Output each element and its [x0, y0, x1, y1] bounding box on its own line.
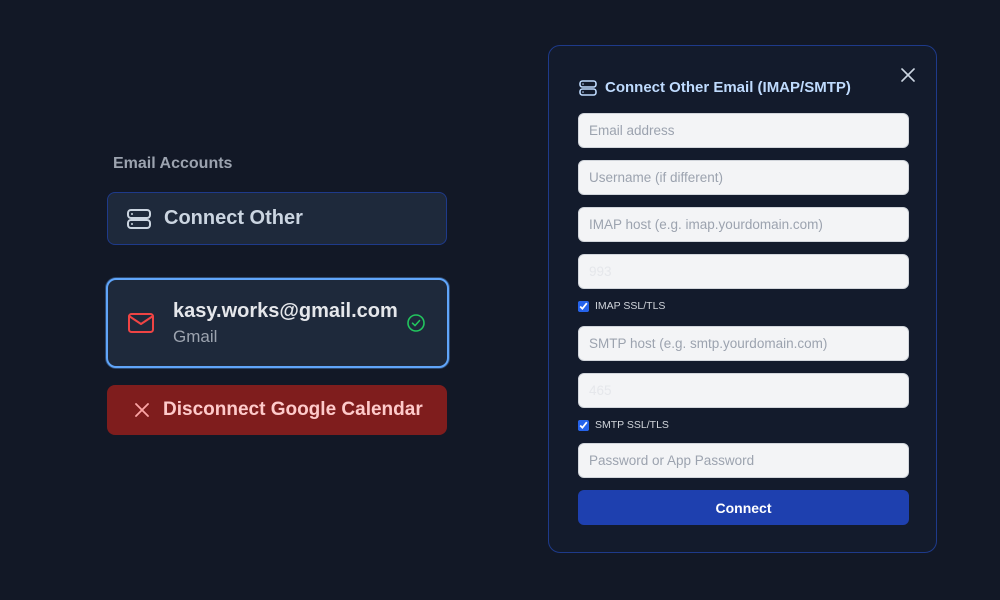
- smtp-ssl-checkbox[interactable]: [578, 419, 589, 431]
- connect-other-label: Connect Other: [164, 207, 303, 229]
- account-email: kasy.works@gmail.com: [173, 299, 398, 322]
- imap-ssl-label: IMAP SSL/TLS: [595, 300, 666, 312]
- imap-ssl-checkbox[interactable]: [578, 300, 589, 312]
- app-root: Email Accounts Connect Other kasy.works@…: [0, 0, 1000, 600]
- imap-host-field[interactable]: [578, 207, 909, 242]
- disconnect-label: Disconnect Google Calendar: [163, 399, 423, 420]
- connect-button[interactable]: Connect: [578, 490, 909, 525]
- smtp-port-field[interactable]: [578, 373, 909, 408]
- disconnect-google-calendar-button[interactable]: Disconnect Google Calendar: [107, 385, 447, 435]
- email-address-field[interactable]: [578, 113, 909, 148]
- server-icon: [127, 208, 151, 229]
- check-circle-icon: [407, 314, 425, 332]
- connect-other-button[interactable]: Connect Other: [107, 192, 447, 245]
- panel-title: Connect Other Email (IMAP/SMTP): [605, 79, 851, 96]
- mail-icon: [128, 313, 154, 333]
- account-provider: Gmail: [173, 326, 218, 346]
- panel-title-row: Connect Other Email (IMAP/SMTP): [579, 79, 851, 96]
- account-card-gmail[interactable]: kasy.works@gmail.com Gmail: [106, 278, 449, 368]
- imap-ssl-option[interactable]: IMAP SSL/TLS: [578, 300, 665, 312]
- smtp-host-field[interactable]: [578, 326, 909, 361]
- account-info: kasy.works@gmail.com Gmail: [173, 300, 406, 347]
- imap-port-field[interactable]: [578, 254, 909, 289]
- password-field[interactable]: [578, 443, 909, 478]
- smtp-ssl-option[interactable]: SMTP SSL/TLS: [578, 419, 669, 431]
- smtp-ssl-label: SMTP SSL/TLS: [595, 419, 669, 431]
- section-label-email-accounts: Email Accounts: [113, 155, 233, 172]
- connect-other-email-panel: Connect Other Email (IMAP/SMTP) IMAP SSL…: [548, 45, 937, 553]
- server-icon: [579, 79, 597, 96]
- close-icon: [135, 403, 149, 417]
- close-icon[interactable]: [901, 68, 915, 82]
- username-field[interactable]: [578, 160, 909, 195]
